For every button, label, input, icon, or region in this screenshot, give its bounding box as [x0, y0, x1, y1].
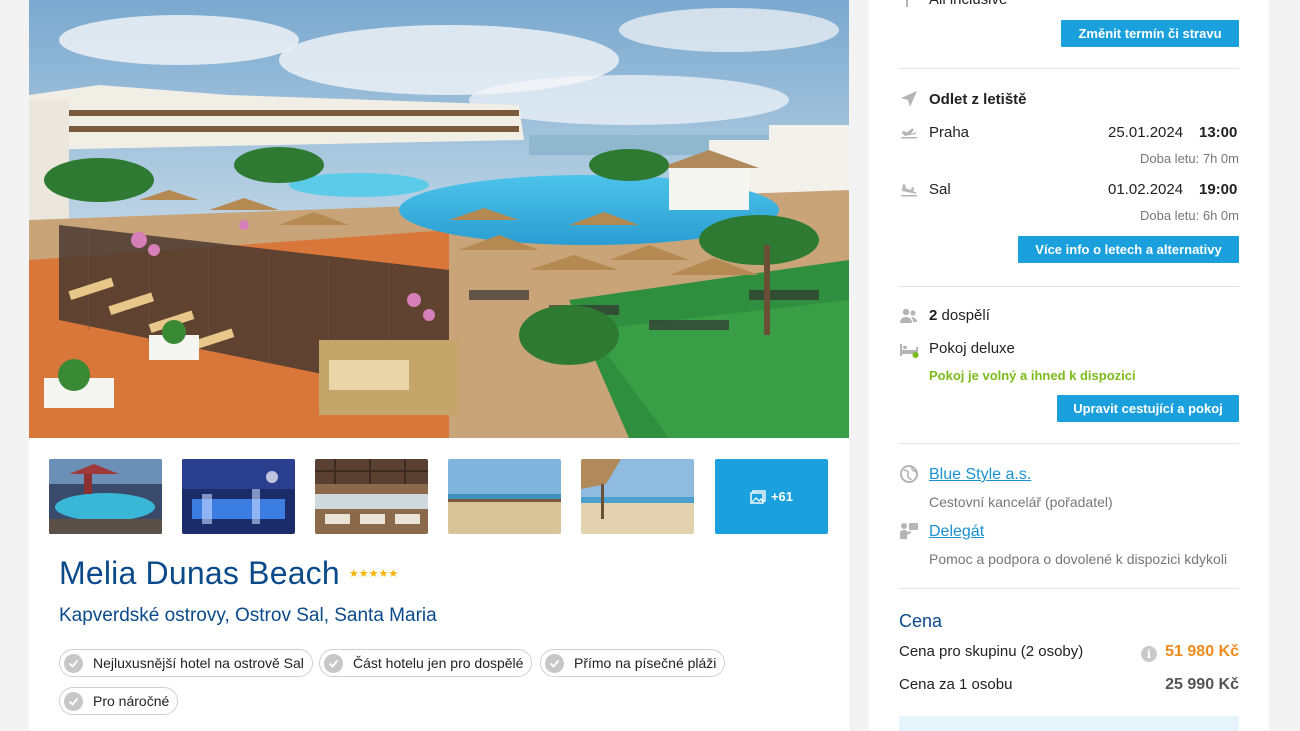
- more-photos-count: +61: [770, 489, 794, 504]
- agency-role: Cestovní kancelář (pořadatel): [929, 494, 1113, 510]
- hotel-location[interactable]: Kapverdské ostrovy, Ostrov Sal, Santa Ma…: [59, 605, 437, 627]
- group-price-label: Cena pro skupinu (2 osoby): [899, 643, 1084, 660]
- travellers-count: 2: [929, 307, 938, 324]
- hotel-tag: Přímo na písečné pláži: [540, 649, 726, 677]
- booking-summary-panel: All inclusive Změnit termín či stravu Od…: [869, 0, 1269, 731]
- outbound-city: Praha: [929, 124, 970, 141]
- plane-landing-icon: [899, 179, 919, 199]
- divider: [899, 443, 1239, 444]
- hotel-tag-label: Nejluxusnější hotel na ostrově Sal: [93, 655, 304, 671]
- board-type: All inclusive: [929, 0, 1007, 8]
- agency-link[interactable]: Blue Style a.s.: [929, 466, 1031, 484]
- inbound-duration: Doba letu: 6h 0m: [1139, 208, 1239, 223]
- bed-icon: [899, 339, 919, 359]
- travellers-label: dospělí: [941, 307, 990, 324]
- meal-icon: [899, 0, 919, 8]
- edit-travellers-button[interactable]: Upravit cestující a pokoj: [1057, 395, 1239, 422]
- hotel-tag-label: Pro náročné: [93, 693, 170, 709]
- hotel-tag: Pro náročné: [59, 687, 179, 715]
- hotel-tag-label: Část hotelu jen pro dospělé: [353, 655, 524, 671]
- divider: [899, 286, 1239, 287]
- departure-icon: [899, 89, 919, 109]
- thumbnail-pool-night[interactable]: [49, 459, 162, 534]
- hotel-name: Melia Dunas Beach: [59, 555, 340, 591]
- check-icon: [545, 653, 564, 673]
- hotel-detail-card: +61 Melia Dunas Beach ★★★★★ Kapverdské o…: [29, 0, 849, 731]
- delegate-icon: [899, 521, 919, 541]
- inbound-time: 19:00: [1199, 181, 1238, 198]
- thumbnail-bar-blue[interactable]: [182, 459, 295, 534]
- inbound-city: Sal: [929, 181, 951, 198]
- outbound-time: 13:00: [1199, 124, 1238, 141]
- price-note-box: [899, 716, 1239, 731]
- group-price-value: 51 980 Kč: [1165, 643, 1239, 660]
- hotel-tag: Část hotelu jen pro dospělé: [319, 649, 533, 677]
- gallery-icon: [750, 489, 766, 504]
- delegate-link[interactable]: Delegát: [929, 523, 984, 541]
- thumbnail-restaurant-terrace[interactable]: [315, 459, 428, 534]
- thumbnail-beach-dunes[interactable]: [448, 459, 561, 534]
- room-type: Pokoj deluxe: [929, 340, 1015, 357]
- hotel-stars: ★★★★★: [348, 568, 399, 580]
- divider: [899, 588, 1239, 589]
- price-heading: Cena: [899, 611, 943, 631]
- check-icon: [64, 691, 83, 711]
- photo-thumbnails: +61: [49, 459, 829, 534]
- info-icon[interactable]: i: [1141, 646, 1157, 662]
- travellers-summary: 2 dospělí: [929, 307, 990, 324]
- delegate-description: Pomoc a podpora o dovolené k dispozici k…: [929, 551, 1228, 567]
- person-price-value: 25 990 Kč: [1165, 676, 1239, 693]
- hotel-main-photo[interactable]: [29, 0, 849, 438]
- outbound-duration: Doba letu: 7h 0m: [1139, 151, 1239, 166]
- room-availability: Pokoj je volný a ihned k dispozici: [929, 368, 1136, 383]
- people-icon: [899, 306, 919, 326]
- divider: [899, 68, 1239, 69]
- plane-takeoff-icon: [899, 122, 919, 142]
- hotel-tag-label: Přímo na písečné pláži: [574, 655, 717, 671]
- flight-heading: Odlet z letiště: [929, 91, 1027, 108]
- check-icon: [64, 653, 83, 673]
- person-price-label: Cena za 1 osobu: [899, 676, 1013, 693]
- change-term-button[interactable]: Změnit termín či stravu: [1061, 20, 1239, 47]
- outbound-date: 25.01.2024: [1108, 124, 1184, 141]
- hotel-title-row: Melia Dunas Beach ★★★★★: [59, 555, 398, 592]
- globe-icon: [899, 464, 919, 484]
- check-icon: [324, 653, 343, 673]
- inbound-date: 01.02.2024: [1108, 181, 1184, 198]
- more-photos-button[interactable]: +61: [715, 459, 828, 534]
- flight-info-button[interactable]: Více info o letech a alternativy: [1018, 236, 1239, 263]
- hotel-tag: Nejluxusnější hotel na ostrově Sal: [59, 649, 313, 677]
- thumbnail-beach-hut[interactable]: [581, 459, 694, 534]
